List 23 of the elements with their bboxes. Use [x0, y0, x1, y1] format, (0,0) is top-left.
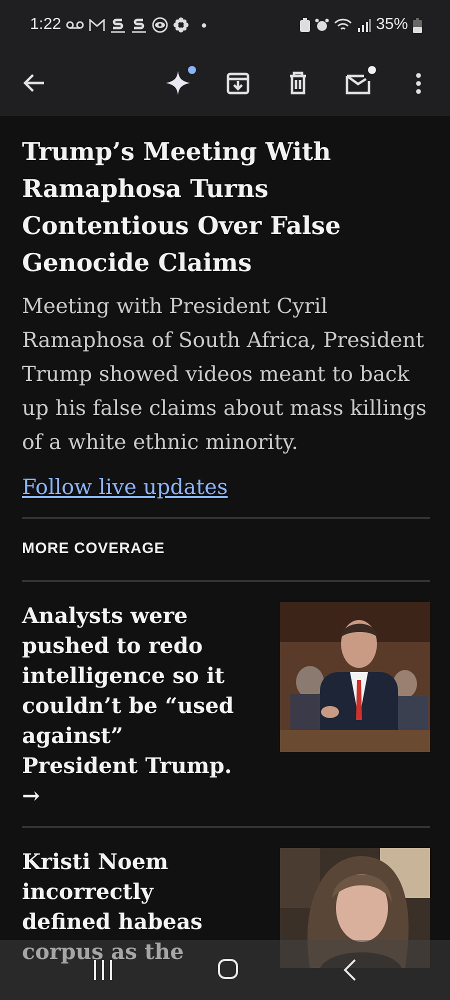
dot-icon [200, 22, 208, 28]
story-headline[interactable]: Analysts were pushed to redo intelligence so it couldn’t be “used against” President Trump. → [22, 602, 244, 798]
article-headline: Trump’s Meeting With Ramaphosa Turns Contentious Over False Genocide Claims [22, 136, 342, 279]
more-icon [416, 72, 420, 94]
voicemail-icon [66, 20, 84, 30]
story-headline[interactable]: Kristi Noem incorrectly defined habeas corpus as the [22, 848, 244, 968]
live-updates-link[interactable]: Follow live updates [22, 475, 228, 499]
battery-saver-icon [300, 18, 310, 32]
app-icon [110, 17, 126, 33]
section-heading: MORE COVERAGE [22, 539, 166, 559]
clock-time: 1:22 [30, 16, 62, 34]
battery-percentage: 35% [376, 16, 408, 34]
home-button[interactable] [216, 958, 239, 980]
mail-icon [89, 18, 106, 32]
battery-icon [413, 18, 422, 32]
app-icon [131, 17, 148, 33]
flower-icon [173, 17, 190, 33]
alarm-icon [314, 18, 329, 32]
article-summary: Meeting with President Cyril Ramaphosa of South Africa, President Trump showed videos meant to back up his false claims about mass killings of a white ethnic minority. [22, 293, 428, 456]
wifi-icon [334, 18, 352, 32]
back-button[interactable] [342, 958, 358, 982]
eye-icon [152, 17, 168, 33]
signal-icon [356, 18, 371, 32]
